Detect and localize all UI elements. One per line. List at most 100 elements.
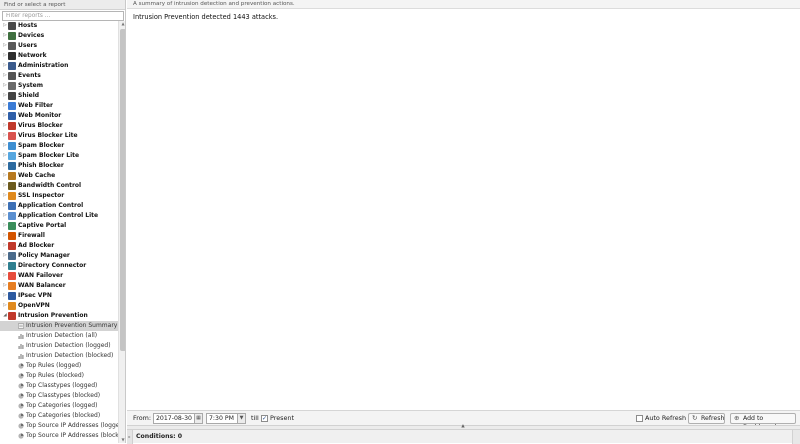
report-item-row[interactable]: Intrusion Detection (logged) bbox=[0, 341, 118, 351]
tree-group-label: Virus Blocker bbox=[18, 122, 63, 129]
report-item-row[interactable]: Intrusion Detection (all) bbox=[0, 331, 118, 341]
collapsed-triangle-icon[interactable]: ▷ bbox=[3, 51, 7, 61]
tree-group-row[interactable]: ▷ Network bbox=[0, 51, 118, 61]
report-tree-scrollbar[interactable]: ▲ ▼ bbox=[118, 21, 125, 443]
tree-group-row[interactable]: ◢ Intrusion Prevention bbox=[0, 311, 118, 321]
tree-group-row[interactable]: ▷ Directory Connector bbox=[0, 261, 118, 271]
collapsed-triangle-icon[interactable]: ▷ bbox=[3, 191, 7, 201]
collapsed-triangle-icon[interactable]: ▷ bbox=[3, 121, 7, 131]
refresh-button[interactable]: ↻ Refresh bbox=[688, 413, 725, 424]
collapsed-triangle-icon[interactable]: ▷ bbox=[3, 211, 7, 221]
collapsed-triangle-icon[interactable]: ▷ bbox=[3, 261, 7, 271]
add-to-dashboard-button[interactable]: ⊕ Add to Dashboard bbox=[730, 413, 796, 431]
tree-group-row[interactable]: ▷ SSL Inspector bbox=[0, 191, 118, 201]
collapsed-triangle-icon[interactable]: ▷ bbox=[3, 81, 7, 91]
app-icon bbox=[8, 282, 16, 290]
report-item-row[interactable]: Top Classtypes (blocked) bbox=[0, 391, 118, 401]
tree-group-row[interactable]: ▷ OpenVPN bbox=[0, 301, 118, 311]
checkmark-icon: ✓ bbox=[262, 415, 268, 422]
app-icon bbox=[8, 82, 16, 90]
tree-group-row[interactable]: ▷ Devices bbox=[0, 31, 118, 41]
collapsed-triangle-icon[interactable]: ▷ bbox=[3, 161, 7, 171]
report-view: A summary of intrusion detection and pre… bbox=[127, 0, 800, 444]
collapsed-triangle-icon[interactable]: ▷ bbox=[3, 61, 7, 71]
report-item-row[interactable]: Top Categories (blocked) bbox=[0, 411, 118, 421]
collapsed-triangle-icon[interactable]: ▷ bbox=[3, 141, 7, 151]
collapsed-triangle-icon[interactable]: ▷ bbox=[3, 181, 7, 191]
tree-group-row[interactable]: ▷ Spam Blocker bbox=[0, 141, 118, 151]
app-icon bbox=[8, 242, 16, 250]
collapsed-triangle-icon[interactable]: ▷ bbox=[3, 171, 7, 181]
filter-reports-input[interactable] bbox=[2, 11, 124, 21]
tree-group-row[interactable]: ▷ Captive Portal bbox=[0, 221, 118, 231]
collapsed-triangle-icon[interactable]: ▷ bbox=[3, 281, 7, 291]
tree-group-row[interactable]: ▷ Events bbox=[0, 71, 118, 81]
report-item-row[interactable]: Intrusion Detection (blocked) bbox=[0, 351, 118, 361]
auto-refresh-checkbox[interactable] bbox=[636, 415, 643, 422]
collapsed-triangle-icon[interactable]: ▷ bbox=[3, 301, 7, 311]
tree-group-row[interactable]: ▷ Spam Blocker Lite bbox=[0, 151, 118, 161]
collapsed-triangle-icon[interactable]: ▷ bbox=[3, 41, 7, 51]
start-time-field[interactable]: 7:30 PM bbox=[206, 413, 238, 424]
report-item-row[interactable]: Top Source IP Addresses (blocked) bbox=[0, 431, 118, 441]
app-icon bbox=[8, 272, 16, 280]
tree-group-row[interactable]: ▷ Hosts bbox=[0, 21, 118, 31]
tree-group-row[interactable]: ▷ Web Filter bbox=[0, 101, 118, 111]
app-icon bbox=[8, 262, 16, 270]
tree-group-row[interactable]: ▷ System bbox=[0, 81, 118, 91]
app-icon bbox=[8, 202, 16, 210]
collapsed-triangle-icon[interactable]: ▷ bbox=[3, 91, 7, 101]
collapsed-triangle-icon[interactable]: ▷ bbox=[3, 111, 7, 121]
report-item-row[interactable]: Top Rules (blocked) bbox=[0, 371, 118, 381]
tree-group-row[interactable]: ▷ Policy Manager bbox=[0, 251, 118, 261]
tree-group-label: Intrusion Prevention bbox=[18, 312, 88, 319]
report-item-row[interactable]: Top Classtypes (logged) bbox=[0, 381, 118, 391]
collapsed-triangle-icon[interactable]: ▷ bbox=[3, 201, 7, 211]
tree-group-row[interactable]: ▷ Web Monitor bbox=[0, 111, 118, 121]
tree-group-row[interactable]: ▷ Virus Blocker Lite bbox=[0, 131, 118, 141]
chevron-down-icon[interactable]: ▼ bbox=[237, 413, 246, 424]
tree-group-row[interactable]: ▷ Virus Blocker bbox=[0, 121, 118, 131]
collapsed-triangle-icon[interactable]: ▷ bbox=[3, 101, 7, 111]
report-item-row[interactable]: Top Categories (logged) bbox=[0, 401, 118, 411]
report-item-row[interactable]: Top Source IP Addresses (logged) bbox=[0, 421, 118, 431]
report-item-row[interactable]: Intrusion Prevention Summary bbox=[0, 321, 118, 331]
tree-group-row[interactable]: ▷ Users bbox=[0, 41, 118, 51]
scrollbar-thumb[interactable] bbox=[120, 29, 125, 351]
present-checkbox[interactable]: ✓ bbox=[261, 415, 268, 422]
collapsed-triangle-icon[interactable]: ▷ bbox=[3, 71, 7, 81]
scroll-down-icon[interactable]: ▼ bbox=[120, 437, 125, 443]
tree-group-row[interactable]: ▷ Phish Blocker bbox=[0, 161, 118, 171]
report-item-row[interactable]: Top Rules (logged) bbox=[0, 361, 118, 371]
calendar-icon[interactable]: ▦ bbox=[194, 413, 203, 424]
tree-group-row[interactable]: ▷ IPsec VPN bbox=[0, 291, 118, 301]
collapsed-triangle-icon[interactable]: ▷ bbox=[3, 221, 7, 231]
expand-arrow-icon[interactable]: ▸ bbox=[127, 430, 133, 444]
refresh-button-label: Refresh bbox=[701, 415, 725, 422]
collapsed-triangle-icon[interactable]: ▷ bbox=[3, 31, 7, 41]
conditions-scrollbar[interactable] bbox=[792, 430, 800, 444]
conditions-bar[interactable]: ▸ Conditions: 0 bbox=[127, 429, 800, 444]
tree-group-row[interactable]: ▷ WAN Failover bbox=[0, 271, 118, 281]
tree-group-row[interactable]: ▷ Application Control Lite bbox=[0, 211, 118, 221]
tree-group-row[interactable]: ▷ Bandwidth Control bbox=[0, 181, 118, 191]
collapsed-triangle-icon[interactable]: ▷ bbox=[3, 291, 7, 301]
tree-group-row[interactable]: ▷ Application Control bbox=[0, 201, 118, 211]
tree-group-row[interactable]: ▷ Administration bbox=[0, 61, 118, 71]
collapsed-triangle-icon[interactable]: ▷ bbox=[3, 151, 7, 161]
tree-group-row[interactable]: ▷ Shield bbox=[0, 91, 118, 101]
tree-group-row[interactable]: ▷ Web Cache bbox=[0, 171, 118, 181]
refresh-icon: ↻ bbox=[692, 414, 698, 422]
collapsed-triangle-icon[interactable]: ▷ bbox=[3, 231, 7, 241]
tree-group-row[interactable]: ▷ WAN Balancer bbox=[0, 281, 118, 291]
tree-group-row[interactable]: ▷ Ad Blocker bbox=[0, 241, 118, 251]
scroll-up-icon[interactable]: ▲ bbox=[120, 21, 125, 27]
start-date-field[interactable]: 2017-08-30 bbox=[153, 413, 195, 424]
collapsed-triangle-icon[interactable]: ▷ bbox=[3, 241, 7, 251]
collapsed-triangle-icon[interactable]: ▷ bbox=[3, 131, 7, 141]
tree-group-row[interactable]: ▷ Firewall bbox=[0, 231, 118, 241]
expanded-triangle-icon[interactable]: ◢ bbox=[3, 311, 7, 321]
collapsed-triangle-icon[interactable]: ▷ bbox=[3, 21, 7, 31]
collapsed-triangle-icon[interactable]: ▷ bbox=[3, 251, 7, 261]
collapsed-triangle-icon[interactable]: ▷ bbox=[3, 271, 7, 281]
